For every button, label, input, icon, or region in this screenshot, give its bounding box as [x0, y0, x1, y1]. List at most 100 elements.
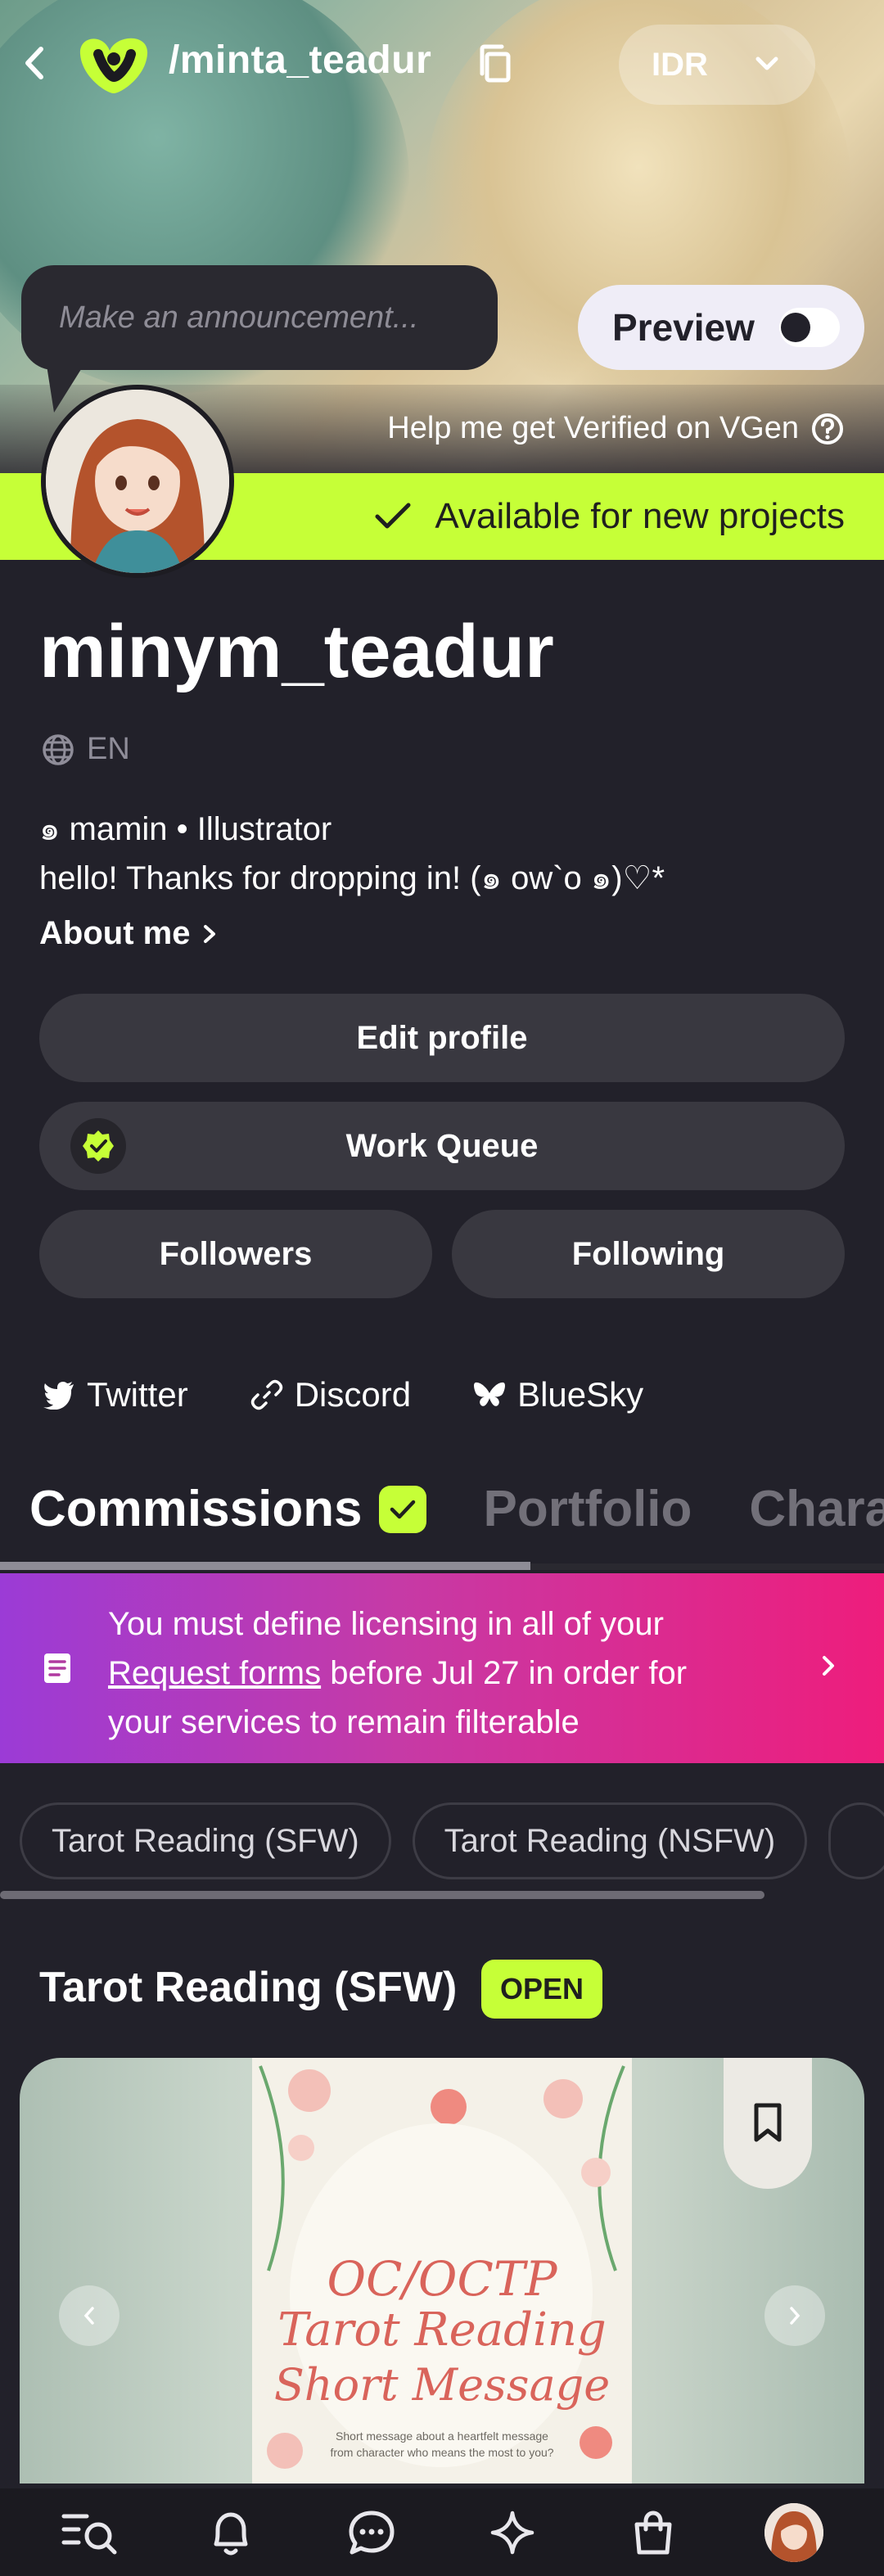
tab-commissions[interactable]: Commissions	[29, 1480, 426, 1538]
tab-active-indicator	[0, 1562, 530, 1570]
notice-line-1: You must define licensing in all of your	[108, 1606, 664, 1642]
back-icon[interactable]	[18, 41, 51, 85]
chip-label: Tarot Reading (NSFW)	[444, 1822, 776, 1859]
help-icon	[812, 413, 843, 444]
chevron-right-icon	[823, 1656, 834, 1676]
username: minym_teadur	[39, 610, 554, 693]
chip-label: Tarot Reading (SFW)	[52, 1822, 359, 1859]
avatar-illustration	[46, 390, 229, 573]
check-icon	[390, 1500, 415, 1518]
profile-handle: /minta_teadur	[169, 38, 432, 82]
social-label-twitter: Twitter	[87, 1375, 188, 1414]
avatar[interactable]	[41, 385, 234, 578]
vgen-logo-icon[interactable]	[70, 29, 157, 97]
social-link-twitter[interactable]: Twitter	[43, 1375, 188, 1414]
nav-shop[interactable]	[620, 2500, 686, 2565]
profile-tabs: Commissions Portfolio Charac	[29, 1480, 884, 1538]
bookmark-icon	[754, 2103, 782, 2142]
twitter-icon	[43, 1381, 74, 1410]
chips-scrollbar[interactable]	[0, 1891, 764, 1899]
availability-label: Available for new projects	[435, 496, 845, 536]
edit-profile-button[interactable]: Edit profile	[39, 994, 845, 1082]
chevron-right-icon	[790, 2307, 801, 2325]
check-icon	[375, 503, 411, 529]
butterfly-icon	[474, 1382, 506, 1406]
bottom-navigation	[0, 2488, 884, 2576]
followers-button[interactable]: Followers	[39, 1210, 432, 1298]
cover-title-2: Tarot Reading	[277, 2303, 607, 2357]
followers-label: Followers	[159, 1235, 313, 1272]
bell-icon	[214, 2512, 248, 2555]
avatar-thumbnail	[764, 2502, 823, 2562]
verify-label: Help me get Verified on VGen	[387, 411, 799, 445]
licensing-notice[interactable]: You must define licensing in all of your…	[0, 1573, 884, 1763]
notice-line-2: Request forms before Jul 27 in order for	[108, 1649, 763, 1698]
copy-icon[interactable]	[475, 43, 516, 85]
preview-toggle-button[interactable]: Preview	[578, 285, 864, 370]
cover-subtitle-1: Short message about a heartfelt message	[336, 2429, 548, 2443]
edit-profile-label: Edit profile	[356, 1019, 528, 1056]
carousel-next-button[interactable]	[764, 2285, 825, 2346]
tab-portfolio[interactable]: Portfolio	[484, 1480, 692, 1538]
globe-icon	[43, 733, 74, 765]
currency-value: IDR	[652, 46, 708, 83]
work-queue-button[interactable]: Work Queue	[39, 1102, 845, 1190]
preview-switch[interactable]	[779, 308, 840, 347]
chip-more[interactable]	[828, 1802, 884, 1879]
service-title: Tarot Reading (SFW)	[39, 1964, 458, 2011]
tab-characters[interactable]: Charac	[749, 1480, 884, 1538]
nav-search[interactable]	[57, 2500, 123, 2565]
carousel-prev-button[interactable]	[59, 2285, 120, 2346]
social-link-discord[interactable]: Discord	[250, 1375, 411, 1414]
nav-discover[interactable]	[480, 2500, 545, 2565]
notice-line-2-rest: before Jul 27 in order for	[321, 1655, 688, 1691]
cover-title-1: OC/OCTP	[327, 2251, 557, 2307]
notice-line-3: your services to remain filterable	[108, 1704, 580, 1740]
about-me-label: About me	[39, 915, 191, 951]
status-label: OPEN	[499, 1972, 584, 2005]
social-link-bluesky[interactable]: BlueSky	[473, 1375, 643, 1414]
tab-verified-badge	[378, 1485, 426, 1533]
work-queue-label: Work Queue	[345, 1127, 539, 1164]
avatar	[764, 2502, 823, 2562]
chip-tarot-sfw[interactable]: Tarot Reading (SFW)	[20, 1802, 391, 1879]
announcement-input[interactable]: Make an announcement...	[21, 265, 498, 370]
sparkle-icon	[490, 2511, 534, 2554]
language-label: EN	[87, 732, 130, 766]
service-card[interactable]: OC/OCTP Tarot Reading Short Message Shor…	[20, 2058, 864, 2484]
nav-messages[interactable]	[339, 2500, 404, 2565]
following-button[interactable]: Following	[452, 1210, 845, 1298]
bio-line-1: ๑ mamin • Illustrator	[39, 811, 332, 847]
cover-subtitle-2: from character who means the most to you…	[330, 2446, 554, 2459]
about-me-link[interactable]: About me	[39, 915, 218, 952]
chevron-right-icon	[204, 924, 216, 943]
chevron-down-icon	[755, 56, 778, 70]
request-forms-link[interactable]: Request forms	[108, 1655, 321, 1691]
cover-title-3: Short Message	[273, 2359, 611, 2411]
tab-commissions-label: Commissions	[29, 1481, 363, 1537]
link-icon	[250, 1379, 282, 1410]
tab-portfolio-label: Portfolio	[483, 1481, 692, 1537]
verify-link[interactable]: Help me get Verified on VGen	[387, 411, 845, 446]
preview-label: Preview	[612, 306, 755, 349]
verified-shield-icon	[83, 1130, 114, 1162]
nav-notifications[interactable]	[198, 2500, 264, 2565]
language-indicator: EN	[41, 732, 130, 767]
social-label-discord: Discord	[294, 1375, 412, 1414]
nav-profile[interactable]	[761, 2500, 827, 2565]
search-list-icon	[61, 2514, 117, 2554]
cover-subtitle: Short message about a heartfelt message …	[252, 2428, 632, 2461]
currency-selector[interactable]: IDR	[619, 25, 815, 105]
shopping-bag-icon	[634, 2510, 672, 2554]
chip-tarot-nsfw[interactable]: Tarot Reading (NSFW)	[412, 1802, 808, 1879]
document-icon	[44, 1653, 70, 1683]
queue-badge	[70, 1118, 126, 1174]
social-label-bluesky: BlueSky	[517, 1375, 644, 1414]
social-links: Twitter Discord BlueSky	[43, 1375, 643, 1414]
bookmark-button[interactable]	[724, 2058, 812, 2189]
chat-bubble-icon	[349, 2511, 395, 2554]
tab-characters-label: Charac	[749, 1481, 884, 1537]
announcement-placeholder: Make an announcement...	[59, 300, 419, 335]
service-filter-chips: Tarot Reading (SFW) Tarot Reading (NSFW)	[20, 1802, 884, 1879]
status-badge: OPEN	[481, 1960, 602, 2019]
